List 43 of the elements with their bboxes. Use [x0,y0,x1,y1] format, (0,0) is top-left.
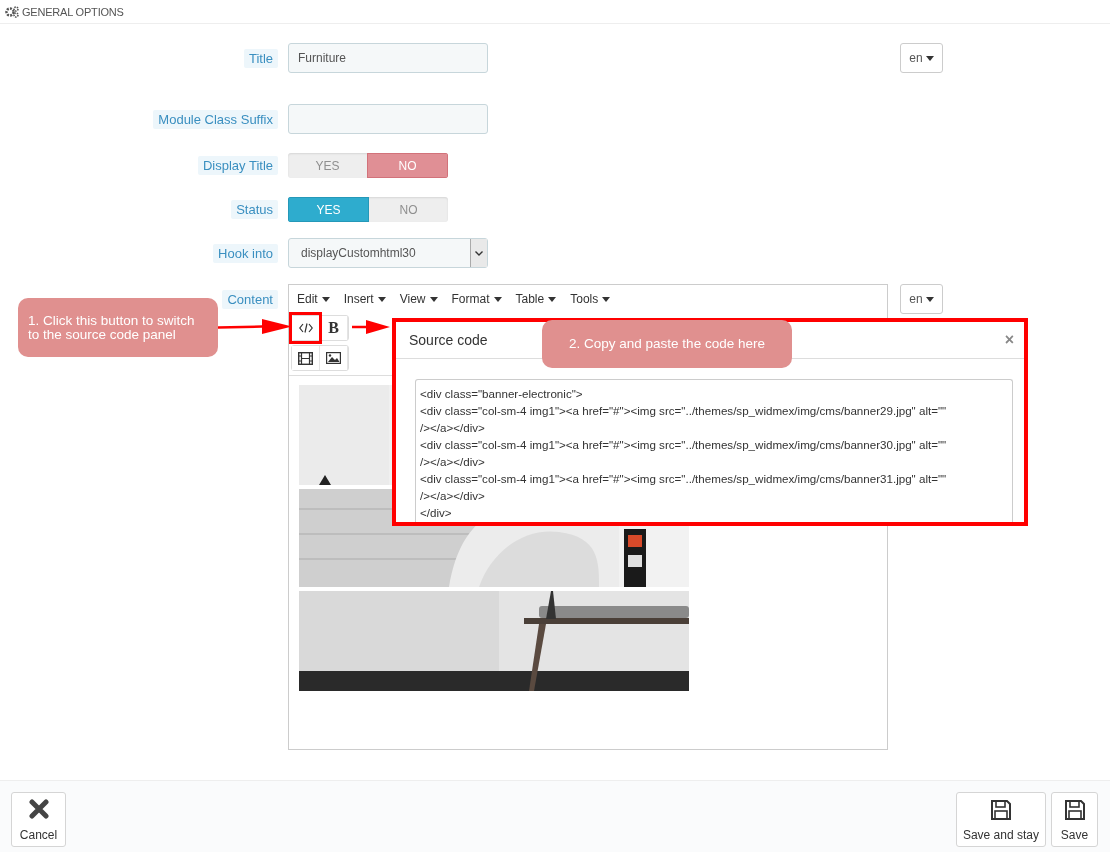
close-button[interactable]: × [1004,331,1014,349]
code-icon [298,323,313,333]
callout: 1. Click this button to switch to the source code panel [18,298,218,357]
editor-menu[interactable]: Table [515,292,557,306]
gears-icon [5,5,19,18]
field-label: Title [243,48,278,68]
caret-icon [602,296,611,302]
caret-icon [925,296,934,302]
caret-icon [377,296,386,302]
field-label: Module Class Suffix [153,109,278,129]
language-dropdown[interactable]: en [900,43,943,73]
field-label: Display Title [197,156,278,175]
save-button[interactable]: Save [1051,792,1098,847]
dialog-title: Source code [409,332,488,348]
caret-icon [321,296,330,302]
cancel-button[interactable]: Cancel [11,792,66,847]
hook-select[interactable]: displayCustomhtml30 [288,238,488,268]
field-label: Status [231,200,278,219]
caret-icon [925,55,934,61]
caret-icon [429,296,438,302]
editor-menu[interactable]: Tools [570,292,611,306]
text-field[interactable]: Furniture [288,43,488,73]
close-icon [28,799,49,819]
image-icon [326,352,341,364]
language-dropdown[interactable]: en [900,284,943,314]
caret-icon [548,296,557,302]
save-button[interactable]: Save and stay [955,792,1046,847]
editor-menu[interactable]: Insert [343,292,386,306]
field-label: Hook into [213,243,278,263]
media-button[interactable] [292,346,320,370]
film-icon [298,351,313,365]
editor-menu[interactable]: Edit [297,292,330,306]
arrow [352,318,390,336]
caret-icon [493,296,502,302]
field-label: Content [222,289,278,309]
callout: 2. Copy and paste the code here [542,320,792,368]
editor-menu[interactable]: View [399,292,438,306]
text-field[interactable] [288,104,488,134]
editor-menu[interactable]: Format [451,292,502,306]
section-title: GENERAL OPTIONS [22,5,124,18]
highlight-frame [289,312,322,344]
code-textarea[interactable]: <div class="banner-electronic"> <div class="col-sm-4 img1"><a href="#"><img src="../themes/sp_widmex/img/cms/banner29.jpg" alt="" /></a></div> <div class="col-sm-4 img1"><a href="#"><img src="../themes/sp_widmex/img/cms/banner30.jpg" alt="" /></a></div> <div class="col-sm-4 img1"><a href="#"><img src="../themes/sp_widmex/img/cms/banner31.jpg" alt="" /></a></div> </div> [415,379,1013,522]
chevron-down-icon [475,250,483,256]
